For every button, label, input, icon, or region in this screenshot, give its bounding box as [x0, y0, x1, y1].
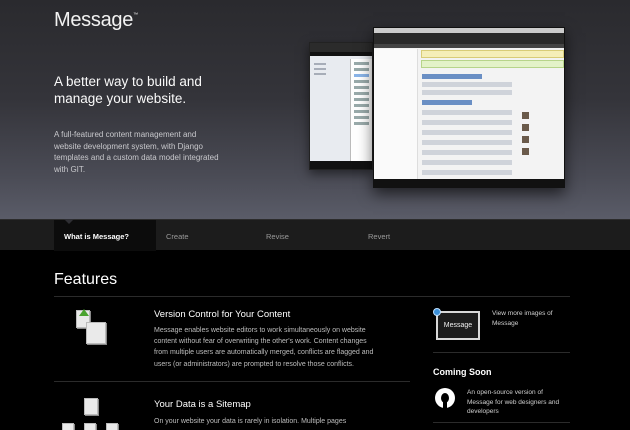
tab-revert[interactable]: Revert	[368, 220, 390, 251]
bullet-icon	[433, 308, 441, 316]
feature-title: Version Control for Your Content	[154, 309, 291, 320]
logo[interactable]: Message™	[54, 9, 138, 32]
tab-revise[interactable]: Revise	[266, 220, 289, 251]
divider	[54, 296, 570, 297]
view-images-link[interactable]: View more images of Message	[492, 309, 568, 328]
main-nav: What is Message? Create Revise Revert	[0, 219, 630, 251]
screenshot-small[interactable]	[309, 42, 373, 170]
open-source-icon	[435, 388, 455, 410]
coming-soon-text: An open-source version of Message for we…	[467, 389, 560, 415]
feature-text: On your website your data is rarely in i…	[154, 418, 347, 425]
hero-headline: A better way to build and manage your we…	[54, 74, 202, 106]
logo-text: Message	[54, 9, 134, 31]
trademark-mark: ™	[133, 12, 138, 18]
features-heading: Features	[54, 271, 118, 288]
divider	[433, 422, 570, 423]
hero-blurb: A full-featured content management and w…	[54, 130, 219, 174]
screenshot-thumbnail[interactable]: Message	[436, 311, 480, 340]
divider	[433, 352, 570, 353]
coming-soon-heading: Coming Soon	[433, 367, 492, 377]
screenshot-large[interactable]	[373, 27, 565, 188]
hero-banner: Message™ A better way to build and manag…	[0, 0, 630, 219]
divider	[54, 381, 410, 382]
feature-text: Message enables website editors to work …	[154, 327, 374, 368]
tab-what-is-message[interactable]: What is Message?	[54, 219, 156, 251]
tab-create[interactable]: Create	[166, 220, 189, 251]
feature-title: Your Data is a Sitemap	[154, 399, 251, 410]
